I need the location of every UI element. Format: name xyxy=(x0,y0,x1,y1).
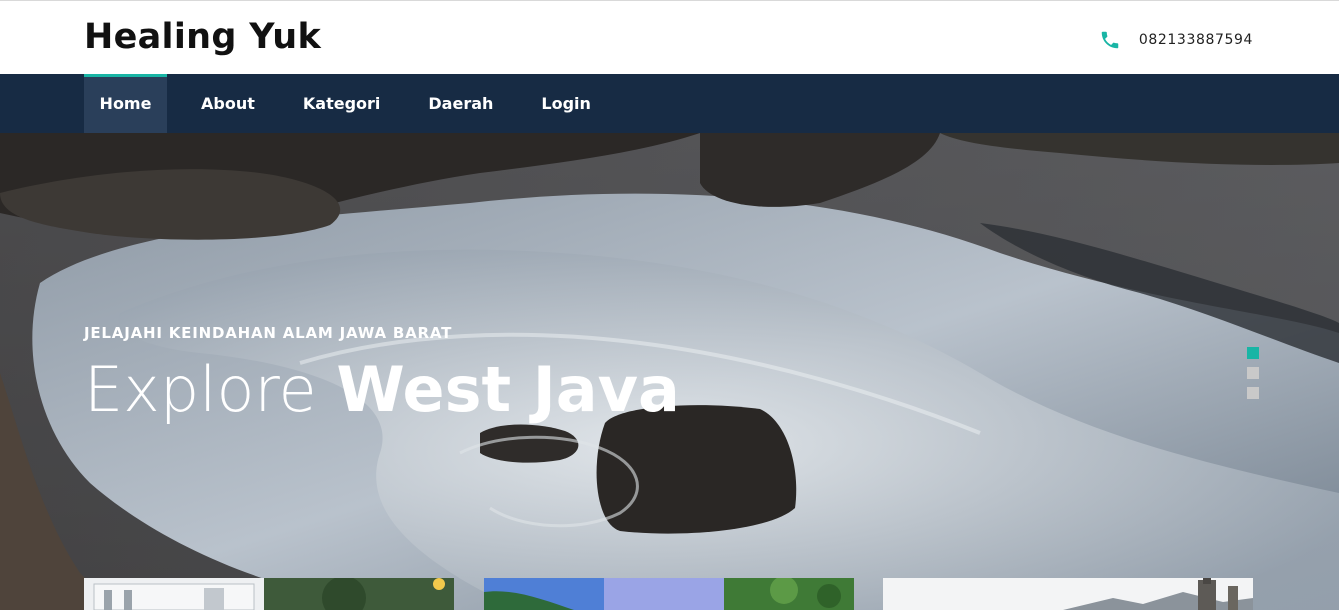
nav-menu: Home About Kategori Daerah Login xyxy=(84,74,605,133)
hero-title: Explore West Java xyxy=(84,353,680,427)
site-logo[interactable]: Healing Yuk xyxy=(84,17,321,57)
nav-item-login[interactable]: Login xyxy=(527,74,605,133)
slide-indicator-1[interactable] xyxy=(1247,347,1259,359)
phone-icon xyxy=(1101,31,1119,49)
destination-cards xyxy=(84,578,1254,610)
slider-indicators xyxy=(1247,347,1259,407)
hero-subtitle: JELAJAHI KEINDAHAN ALAM JAWA BARAT xyxy=(84,324,453,342)
hero-title-bold: West Java xyxy=(336,353,680,426)
nav-item-home[interactable]: Home xyxy=(84,74,167,133)
nav-item-about[interactable]: About xyxy=(187,74,269,133)
mountain-card-image xyxy=(883,578,1253,610)
nav-item-kategori[interactable]: Kategori xyxy=(289,74,395,133)
lake-card-image xyxy=(484,578,854,610)
slide-indicator-3[interactable] xyxy=(1247,387,1259,399)
top-header: Healing Yuk 082133887594 xyxy=(0,0,1339,74)
main-navbar: Home About Kategori Daerah Login xyxy=(0,74,1339,133)
phone-contact: 082133887594 xyxy=(1099,29,1253,51)
lake-card[interactable] xyxy=(484,578,854,610)
hero-slider: JELAJAHI KEINDAHAN ALAM JAWA BARAT Explo… xyxy=(0,133,1339,610)
mountain-card[interactable] xyxy=(883,578,1253,610)
slide-indicator-2[interactable] xyxy=(1247,367,1259,379)
building-card[interactable] xyxy=(84,578,454,610)
nav-item-daerah[interactable]: Daerah xyxy=(414,74,507,133)
building-card-image xyxy=(84,578,454,610)
phone-number[interactable]: 082133887594 xyxy=(1139,32,1253,48)
hero-title-light: Explore xyxy=(84,353,317,426)
